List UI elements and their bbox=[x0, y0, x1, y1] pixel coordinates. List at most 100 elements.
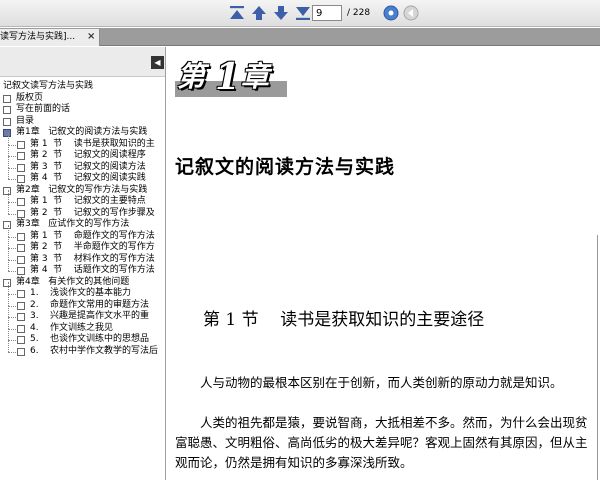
bookmark-item[interactable]: 第 4 节 话题作文的写作方法 bbox=[0, 259, 165, 277]
bookmark-checkbox-icon[interactable] bbox=[3, 94, 11, 103]
bookmark-item[interactable]: 第 1 节 命题作文的写作方法 bbox=[0, 224, 165, 243]
tree-guide bbox=[8, 271, 16, 272]
body-paragraph: 人与动物的最根本区别在于创新，而人类创新的原动力就是知识。 bbox=[200, 375, 563, 390]
bookmark-item[interactable]: 6. 农村中学作文教学的写法后 bbox=[0, 339, 165, 358]
go-page-button[interactable] bbox=[382, 4, 400, 22]
bookmark-checkbox-icon[interactable] bbox=[17, 152, 25, 160]
tree-guide bbox=[8, 259, 16, 261]
bookmark-item[interactable]: 5. 也谈作文训练中的思想品 bbox=[0, 328, 165, 346]
bookmark-checkbox-icon[interactable] bbox=[17, 301, 25, 310]
tree-guide bbox=[8, 305, 9, 317]
bookmark-label: 第 1 节 命题作文的写作方法 bbox=[30, 230, 155, 241]
next-page-button[interactable] bbox=[272, 4, 290, 22]
bookmark-checkbox-icon[interactable] bbox=[3, 186, 11, 195]
back-icon bbox=[403, 5, 419, 21]
bookmark-label: 第 1 节 记叙文的主要特点 bbox=[30, 196, 146, 206]
bookmark-checkbox-icon[interactable] bbox=[17, 313, 25, 321]
tree-guide bbox=[8, 351, 16, 353]
tree-guide bbox=[8, 328, 16, 330]
tree-guide bbox=[8, 144, 16, 146]
bookmark-panel: ◀ 记叙文读写方法与实践 版权页 写在前面的话 目录 第1章 记叙文的阅读方法与实践第 … bbox=[0, 47, 166, 480]
first-page-button[interactable] bbox=[228, 4, 246, 22]
close-icon[interactable]: × bbox=[87, 30, 95, 43]
go-page-icon bbox=[383, 5, 399, 21]
bookmark-item[interactable]: 第 2 节 记叙文的阅读程序 bbox=[0, 144, 165, 162]
bookmark-item[interactable]: 第4章 有关作文的其他问题 bbox=[0, 277, 165, 289]
tree-guide bbox=[8, 236, 16, 238]
bookmark-label: 第1章 记叙文的阅读方法与实践 bbox=[16, 127, 148, 137]
bookmark-checkbox-icon[interactable] bbox=[3, 278, 11, 287]
bookmark-checkbox-icon[interactable] bbox=[17, 198, 25, 206]
bookmark-checkbox-icon[interactable] bbox=[17, 244, 25, 252]
bookmark-checkbox-icon[interactable] bbox=[17, 290, 25, 298]
collapse-panel-button[interactable]: ◀ bbox=[151, 56, 164, 69]
bookmark-item[interactable]: 目录 bbox=[0, 116, 165, 128]
bookmark-panel-header: ◀ bbox=[0, 47, 165, 77]
bookmark-checkbox-icon[interactable] bbox=[3, 117, 11, 126]
bookmark-item[interactable]: 3. 兴趣是提高作文水平的重 bbox=[0, 305, 165, 323]
bookmark-checkbox-icon[interactable] bbox=[17, 336, 25, 344]
back-button[interactable] bbox=[402, 4, 420, 22]
bookmark-label: 3. 兴趣是提高作文水平的重 bbox=[30, 311, 150, 321]
bookmark-item[interactable]: 4. 作文训练之我见 bbox=[0, 316, 165, 335]
tree-guide bbox=[8, 190, 9, 202]
bookmark-checkbox-icon[interactable] bbox=[17, 267, 25, 275]
bookmark-item[interactable]: 第 1 节 记叙文的主要特点 bbox=[0, 190, 165, 208]
bookmark-tree: 记叙文读写方法与实践 版权页 写在前面的话 目录 第1章 记叙文的阅读方法与实践第 1 … bbox=[0, 81, 165, 358]
document-tab[interactable]: 读写方法与实践]... × bbox=[0, 29, 100, 46]
bookmark-item[interactable]: 第3章 应试作文的写作方法 bbox=[0, 219, 165, 231]
body-paragraph: 人类的祖先都是猿，要说智商，大抵相差不多。然而，为什么会出现贫富聪愚、文明粗俗、… bbox=[175, 415, 588, 470]
page-number-input[interactable] bbox=[312, 5, 342, 21]
bookmark-checkbox-icon[interactable] bbox=[17, 232, 25, 241]
bookmark-item[interactable]: 2. 命题作文常用的审题方法 bbox=[0, 293, 165, 312]
bookmark-checkbox-icon[interactable] bbox=[17, 175, 25, 183]
bookmark-checkbox-icon[interactable] bbox=[17, 255, 25, 264]
chapter-title: 记叙文的阅读方法与实践 bbox=[175, 156, 396, 178]
previous-page-icon bbox=[252, 6, 266, 20]
chapter-badge-char: 章 bbox=[241, 60, 270, 93]
bookmark-checkbox-icon[interactable] bbox=[3, 106, 11, 114]
tree-guide bbox=[8, 201, 9, 214]
bookmark-checkbox-icon[interactable] bbox=[3, 221, 11, 229]
bookmark-item[interactable]: 第 1 节 读书是获取知识的主 bbox=[0, 132, 165, 151]
bookmark-item[interactable]: 写在前面的话 bbox=[0, 104, 165, 116]
bookmark-item[interactable]: 第 3 节 记叙文的阅读方法 bbox=[0, 155, 165, 174]
tree-guide bbox=[8, 167, 16, 169]
bookmark-label: 记叙文读写方法与实践 bbox=[3, 81, 94, 91]
document-view[interactable]: 第 1 章 记叙文的阅读方法与实践 第 1 节 读书是获取知识的主要途径 人与动… bbox=[167, 47, 600, 480]
last-page-icon bbox=[296, 7, 310, 20]
bookmark-checkbox-icon[interactable] bbox=[17, 163, 25, 172]
bookmark-item[interactable]: 第 2 节 记叙文的写作步骤及 bbox=[0, 201, 165, 220]
tree-guide bbox=[8, 317, 16, 318]
previous-page-button[interactable] bbox=[250, 4, 268, 22]
bookmark-label: 第 2 节 记叙文的写作步骤及 bbox=[30, 207, 155, 218]
next-page-icon bbox=[274, 6, 288, 20]
bookmark-label: 1. 浅谈作文的基本能力 bbox=[30, 288, 132, 298]
tab-strip: 读写方法与实践]... × bbox=[0, 28, 600, 46]
bookmark-item[interactable]: 1. 浅谈作文的基本能力 bbox=[0, 282, 165, 300]
bookmark-label: 2. 命题作文常用的审题方法 bbox=[30, 299, 150, 310]
tree-guide bbox=[8, 144, 9, 156]
chapter-badge-char: 第 bbox=[177, 60, 206, 93]
bookmark-checkbox-icon[interactable] bbox=[17, 324, 25, 333]
tree-guide bbox=[8, 293, 9, 306]
bookmark-checkbox-icon[interactable] bbox=[17, 209, 25, 218]
bookmark-item[interactable]: 第1章 记叙文的阅读方法与实践 bbox=[0, 127, 165, 139]
bookmark-label: 第 3 节 材料作文的写作方法 bbox=[30, 253, 155, 264]
tree-guide bbox=[8, 259, 9, 271]
bookmark-item[interactable]: 记叙文读写方法与实践 bbox=[0, 81, 165, 93]
last-page-button[interactable] bbox=[294, 4, 312, 22]
tree-guide bbox=[8, 156, 16, 157]
section-title: 第 1 节 读书是获取知识的主要途径 bbox=[203, 310, 485, 330]
bookmark-item[interactable]: 第2章 记叙文的写作方法与实践 bbox=[0, 185, 165, 197]
bookmark-checkbox-icon[interactable] bbox=[17, 140, 25, 149]
bookmark-label: 写在前面的话 bbox=[16, 104, 71, 114]
bookmark-item[interactable]: 版权页 bbox=[0, 93, 165, 105]
bookmark-checkbox-icon[interactable] bbox=[17, 347, 25, 356]
bookmark-checkbox-icon[interactable] bbox=[3, 129, 11, 137]
bookmark-item[interactable]: 第 2 节 半命题作文的写作方 bbox=[0, 236, 165, 254]
bookmark-item[interactable]: 第 4 节 记叙文的阅读实践 bbox=[0, 167, 165, 185]
tree-guide bbox=[8, 132, 9, 145]
bookmark-label: 6. 农村中学作文教学的写法后 bbox=[30, 345, 159, 356]
bookmark-item[interactable]: 第 3 节 材料作文的写作方法 bbox=[0, 247, 165, 266]
